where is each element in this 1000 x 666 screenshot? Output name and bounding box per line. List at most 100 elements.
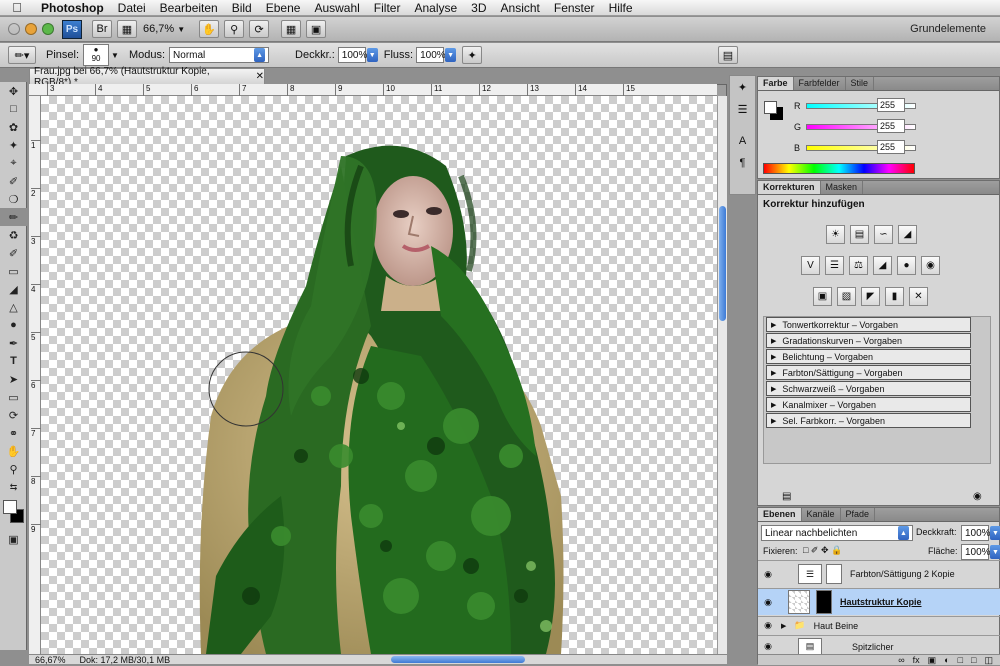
preset-item[interactable]: ▶ Kanalmixer – Vorgaben (766, 397, 971, 412)
menu-app[interactable]: Photoshop (34, 1, 111, 15)
preset-item[interactable]: ▶ Belichtung – Vorgaben (766, 349, 971, 364)
vibrance-icon[interactable]: V (801, 256, 820, 275)
brush-tool-icon[interactable]: ✏ (0, 208, 27, 226)
expand-triangle-icon[interactable]: ▶ (781, 622, 786, 630)
levels-icon[interactable]: ▤ (850, 225, 869, 244)
flow-dropdown-icon[interactable]: ▼ (445, 48, 457, 62)
preset-item[interactable]: ▶ Tonwertkorrektur – Vorgaben (766, 317, 971, 332)
opacity-field[interactable]: 100% (337, 47, 367, 63)
image-canvas[interactable] (41, 96, 717, 654)
paint-bucket-icon[interactable]: ◢ (0, 280, 27, 298)
pen-tool-icon[interactable]: ✒ (0, 334, 27, 352)
character-icon[interactable]: A (730, 130, 755, 152)
mode-select[interactable]: Normal ▲ (169, 47, 270, 63)
photo-filter-icon[interactable]: ● (897, 256, 916, 275)
fill-field[interactable]: 100% (961, 544, 991, 560)
r-value[interactable]: 255 (877, 98, 905, 112)
panel-options-icon[interactable]: ◉ (973, 491, 982, 502)
b-value[interactable]: 255 (877, 140, 905, 154)
menu-ebene[interactable]: Ebene (259, 1, 308, 15)
bridge-icon[interactable]: Br (92, 20, 112, 38)
hand-tool-icon[interactable]: ✋ (199, 20, 220, 38)
menu-datei[interactable]: Datei (111, 1, 153, 15)
chevron-down-icon[interactable]: ▼ (111, 51, 119, 60)
g-value[interactable]: 255 (877, 119, 905, 133)
eraser-tool-icon[interactable]: ▭ (0, 262, 27, 280)
opacity-dropdown-icon[interactable]: ▼ (990, 526, 1000, 540)
eye-icon[interactable]: ◉ (758, 569, 778, 580)
navigator-icon[interactable]: ✦ (730, 76, 755, 98)
horizontal-scroll-thumb[interactable] (391, 656, 525, 663)
tab-stile[interactable]: Stile (846, 77, 875, 90)
arrange-documents-icon[interactable]: ▦ (281, 20, 302, 38)
menu-3d[interactable]: 3D (464, 1, 493, 15)
panel-toggle-icon[interactable]: ▤ (718, 46, 738, 64)
document-tab[interactable]: Frau.jpg bei 66,7% (Hautstruktur Kopie, … (29, 66, 265, 88)
history-icon[interactable]: ☰ (730, 98, 755, 120)
flow-field[interactable]: 100% (416, 47, 446, 63)
rotate-view-icon[interactable]: ⟳ (249, 20, 270, 38)
airbrush-icon[interactable]: ✦ (462, 46, 483, 64)
selective-color-icon[interactable]: ✕ (909, 287, 928, 306)
workspace-switcher[interactable]: Grundelemente (910, 23, 986, 35)
clone-stamp-icon[interactable]: ♻ (0, 226, 27, 244)
paragraph-icon[interactable]: ¶ (730, 152, 755, 174)
history-brush-icon[interactable]: ✐ (0, 244, 27, 262)
invert-icon[interactable]: ▣ (813, 287, 832, 306)
menu-bild[interactable]: Bild (225, 1, 259, 15)
blur-tool-icon[interactable]: △ (0, 298, 27, 316)
menu-fenster[interactable]: Fenster (547, 1, 602, 15)
eye-icon[interactable]: ◉ (758, 620, 778, 631)
quick-mask-icon[interactable]: ▣ (0, 530, 27, 548)
lock-icons[interactable]: □ ✐ ✥ 🔒 (803, 545, 842, 556)
dodge-tool-icon[interactable]: ● (0, 316, 27, 334)
tab-kanaele[interactable]: Kanäle (802, 508, 841, 521)
zoom-window-button[interactable] (42, 23, 54, 35)
layer-opacity-field[interactable]: 100% (961, 525, 991, 541)
lasso-tool-icon[interactable]: ✿ (0, 118, 27, 136)
brush-preset-picker[interactable]: ✏▾ (8, 46, 36, 64)
black-white-icon[interactable]: ◢ (873, 256, 892, 275)
minimize-window-button[interactable] (25, 23, 37, 35)
menu-ansicht[interactable]: Ansicht (494, 1, 547, 15)
preset-item[interactable]: ▶ Schwarzweiß – Vorgaben (766, 381, 971, 396)
exposure-icon[interactable]: ◢ (898, 225, 917, 244)
eye-icon[interactable]: ◉ (758, 641, 778, 652)
screen-mode-icon[interactable]: ▣ (306, 20, 327, 38)
fill-dropdown-icon[interactable]: ▼ (990, 545, 1000, 559)
3d-orbit-icon[interactable]: ⚭ (0, 424, 27, 442)
close-window-button[interactable] (8, 23, 20, 35)
close-tab-icon[interactable]: ✕ (256, 71, 264, 82)
shape-tool-icon[interactable]: ▭ (0, 388, 27, 406)
menu-filter[interactable]: Filter (367, 1, 408, 15)
menu-bearbeiten[interactable]: Bearbeiten (153, 1, 225, 15)
path-selection-icon[interactable]: ➤ (0, 370, 27, 388)
vertical-scrollbar[interactable] (717, 96, 727, 654)
zoom-tool-icon[interactable]: ⚲ (0, 460, 27, 478)
apple-menu-icon[interactable]:  (0, 0, 34, 15)
crop-tool-icon[interactable]: ⌖ (0, 154, 27, 172)
type-tool-icon[interactable]: T (0, 352, 27, 370)
magic-wand-icon[interactable]: ✦ (0, 136, 27, 154)
eyedropper-icon[interactable]: ✐ (0, 172, 27, 190)
preset-item[interactable]: ▶ Sel. Farbkorr. – Vorgaben (766, 413, 971, 428)
layer-group-row[interactable]: ◉ ▶ 📁 Haut Beine (758, 616, 1000, 634)
brightness-contrast-icon[interactable]: ☀ (826, 225, 845, 244)
channel-mixer-icon[interactable]: ◉ (921, 256, 940, 275)
status-zoom[interactable]: 66,67% (35, 655, 66, 665)
foreground-color-box[interactable] (764, 101, 777, 114)
3d-rotate-icon[interactable]: ⟳ (0, 406, 27, 424)
hand-tool-icon[interactable]: ✋ (0, 442, 27, 460)
vertical-scroll-thumb[interactable] (719, 206, 726, 321)
layer-row-selected[interactable]: ◉ Hautstruktur Kopie (758, 588, 1000, 615)
opacity-dropdown-icon[interactable]: ▼ (366, 48, 378, 62)
tab-masken[interactable]: Masken (821, 181, 864, 194)
color-swatches[interactable] (0, 496, 26, 530)
tab-farbe[interactable]: Farbe (758, 77, 794, 90)
preset-item[interactable]: ▶ Farbton/Sättigung – Vorgaben (766, 365, 971, 380)
blend-mode-select[interactable]: Linear nachbelichten ▲ (761, 525, 913, 541)
brush-size-picker[interactable]: ● 90 (83, 44, 110, 66)
color-balance-icon[interactable]: ⚖ (849, 256, 868, 275)
menu-analyse[interactable]: Analyse (407, 1, 464, 15)
move-tool-icon[interactable]: ✥ (0, 82, 27, 100)
